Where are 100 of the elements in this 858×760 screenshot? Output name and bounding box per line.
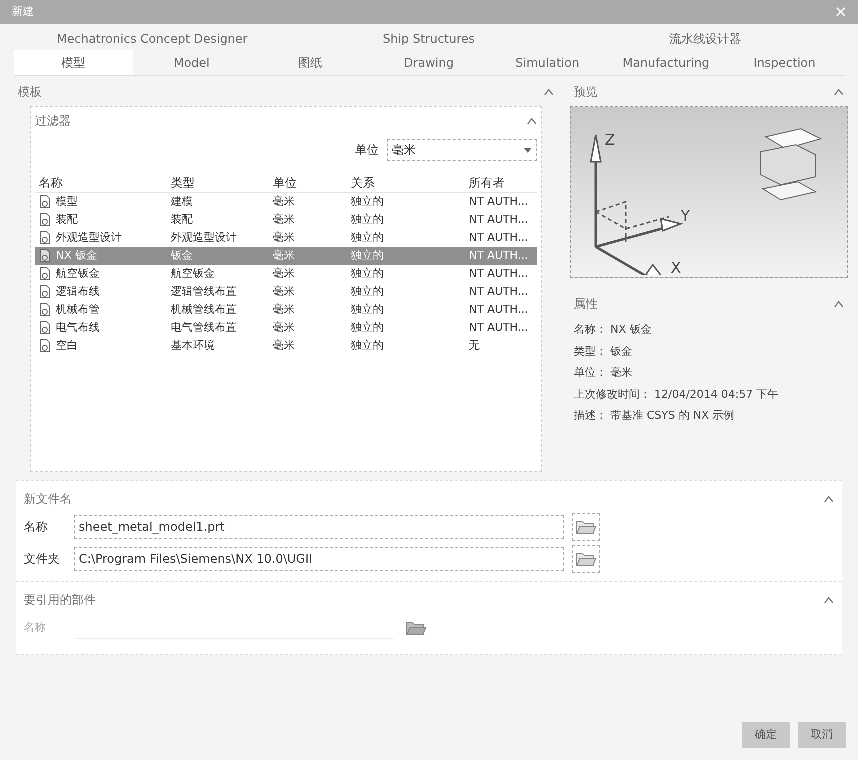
column-header[interactable]: 关系 — [347, 174, 465, 192]
tab[interactable]: 流水线设计器 — [567, 30, 844, 48]
table-cell-text: 独立的 — [351, 266, 384, 282]
browse-button[interactable] — [572, 545, 600, 573]
template-icon — [39, 231, 52, 245]
input-field[interactable]: C:\Program Files\Siemens\NX 10.0\UGII — [74, 547, 564, 571]
table-cell-text: 航空钣金 — [171, 266, 215, 282]
table-cell-text: 毫米 — [273, 320, 295, 336]
table-cell-text: 基本环境 — [171, 338, 215, 354]
table-cell-text: 独立的 — [351, 212, 384, 228]
table-cell-text: 电气管线布置 — [171, 320, 237, 336]
tab[interactable]: Mechatronics Concept Designer — [14, 30, 291, 48]
property-text: 单位： 毫米 — [574, 365, 634, 381]
collapse-icon[interactable] — [527, 118, 537, 124]
collapse-icon[interactable] — [824, 596, 834, 604]
table-cell-text: 钣金 — [171, 248, 193, 264]
column-header[interactable]: 类型 — [167, 174, 269, 192]
tab[interactable]: Inspection — [725, 50, 844, 75]
template-icon — [39, 213, 52, 227]
tab[interactable]: 图纸 — [251, 50, 370, 75]
section-title: 模板 — [18, 84, 42, 101]
input-field[interactable]: sheet_metal_model1.prt — [74, 515, 564, 539]
template-row[interactable]: 外观造型设计 外观造型设计 毫米 独立的 NT AUTH... — [35, 229, 537, 247]
window-title: 新建 — [12, 4, 34, 20]
section-title: 预览 — [574, 84, 598, 101]
tab[interactable]: Ship Structures — [290, 30, 568, 48]
dropdown-caret-icon — [524, 148, 532, 152]
template-row[interactable]: 电气布线 电气管线布置 毫米 独立的 NT AUTH... — [35, 319, 537, 337]
table-cell-text: NT AUTH... — [469, 284, 528, 300]
table-cell-text: 独立的 — [351, 338, 384, 354]
field-label: 单位 — [355, 142, 379, 159]
dialog-button[interactable]: 取消 — [798, 722, 846, 748]
table-cell-text: 逻辑管线布置 — [171, 284, 237, 300]
table-cell-text: 毫米 — [273, 230, 295, 246]
table-cell-text: NT AUTH... — [469, 248, 528, 264]
table-cell-text: NT AUTH... — [469, 266, 528, 282]
table-cell-text: 装配 — [56, 212, 78, 228]
table-cell-text: 毫米 — [273, 302, 295, 318]
field-label: 文件夹 — [24, 551, 61, 568]
collapse-icon[interactable] — [834, 88, 844, 96]
table-cell-text: 建模 — [171, 194, 193, 210]
template-row[interactable]: 逻辑布线 逻辑管线布置 毫米 独立的 NT AUTH... — [35, 283, 537, 301]
collapse-icon[interactable] — [834, 300, 844, 308]
table-cell-text: NT AUTH... — [469, 302, 528, 318]
template-icon — [39, 267, 52, 281]
collapse-icon[interactable] — [544, 88, 554, 96]
template-row[interactable]: 装配 装配 毫米 独立的 NT AUTH... — [35, 211, 537, 229]
table-cell-text: 毫米 — [273, 194, 295, 210]
axis-label: Y — [681, 207, 690, 225]
table-cell-text: 外观造型设计 — [171, 230, 237, 246]
section-title: 属性 — [574, 296, 598, 313]
table-cell-text: 毫米 — [273, 266, 295, 282]
unit-dropdown[interactable]: 毫米 — [387, 139, 537, 161]
tab[interactable]: Drawing — [370, 50, 488, 75]
section-title: 要引用的部件 — [24, 592, 96, 609]
table-cell-text: 无 — [469, 338, 480, 354]
template-icon — [39, 249, 52, 263]
table-cell-text: 装配 — [171, 212, 193, 228]
table-cell-text: 毫米 — [273, 212, 295, 228]
template-icon — [39, 321, 52, 335]
table-cell-text: NX 钣金 — [56, 248, 98, 264]
table-cell-text: NT AUTH... — [469, 212, 528, 228]
table-cell-text: 独立的 — [351, 284, 384, 300]
table-cell-text: 外观造型设计 — [56, 230, 122, 246]
section-title: 过滤器 — [35, 113, 71, 130]
tab[interactable]: Simulation — [488, 50, 607, 75]
table-cell-text: 毫米 — [273, 284, 295, 300]
table-cell-text: 机械管线布置 — [171, 302, 237, 318]
tab[interactable]: 模型 — [14, 50, 133, 75]
table-cell-text: 独立的 — [351, 248, 384, 264]
column-header[interactable]: 单位 — [269, 174, 347, 192]
table-cell-text: 电气布线 — [56, 320, 100, 336]
table-cell-text: NT AUTH... — [469, 194, 528, 210]
template-icon — [39, 285, 52, 299]
property-text: 描述： 带基准 CSYS 的 NX 示例 — [574, 408, 736, 424]
section-title: 新文件名 — [24, 491, 72, 508]
table-cell-text: 独立的 — [351, 320, 384, 336]
close-icon[interactable] — [836, 7, 846, 17]
table-cell-text: NT AUTH... — [469, 320, 528, 336]
property-text: 类型： 钣金 — [574, 344, 634, 360]
template-icon — [39, 303, 52, 317]
template-row[interactable]: 空白 基本环境 毫米 独立的 无 — [35, 337, 537, 355]
column-header[interactable]: 所有者 — [465, 174, 537, 192]
table-cell-text: 航空钣金 — [56, 266, 100, 282]
column-header[interactable]: 名称 — [35, 174, 167, 192]
field-label: 名称 — [24, 620, 47, 636]
table-cell-text: 机械布管 — [56, 302, 100, 318]
property-text: 上次修改时间： 12/04/2014 04:57 下午 — [574, 386, 780, 402]
table-cell-text: 模型 — [56, 194, 78, 210]
tab[interactable]: Manufacturing — [606, 50, 726, 75]
table-cell-text: NT AUTH... — [469, 230, 528, 246]
tab[interactable]: Model — [132, 50, 252, 75]
dialog-button[interactable]: 确定 — [742, 722, 790, 748]
template-row[interactable]: 模型 建模 毫米 独立的 NT AUTH... — [35, 193, 537, 211]
table-cell-text: 独立的 — [351, 194, 384, 210]
table-cell-text: 毫米 — [273, 248, 295, 264]
browse-button[interactable] — [572, 513, 600, 541]
template-row[interactable]: 机械布管 机械管线布置 毫米 独立的 NT AUTH... — [35, 301, 537, 319]
collapse-icon[interactable] — [824, 496, 834, 502]
template-row[interactable]: 航空钣金 航空钣金 毫米 独立的 NT AUTH... — [35, 265, 537, 283]
